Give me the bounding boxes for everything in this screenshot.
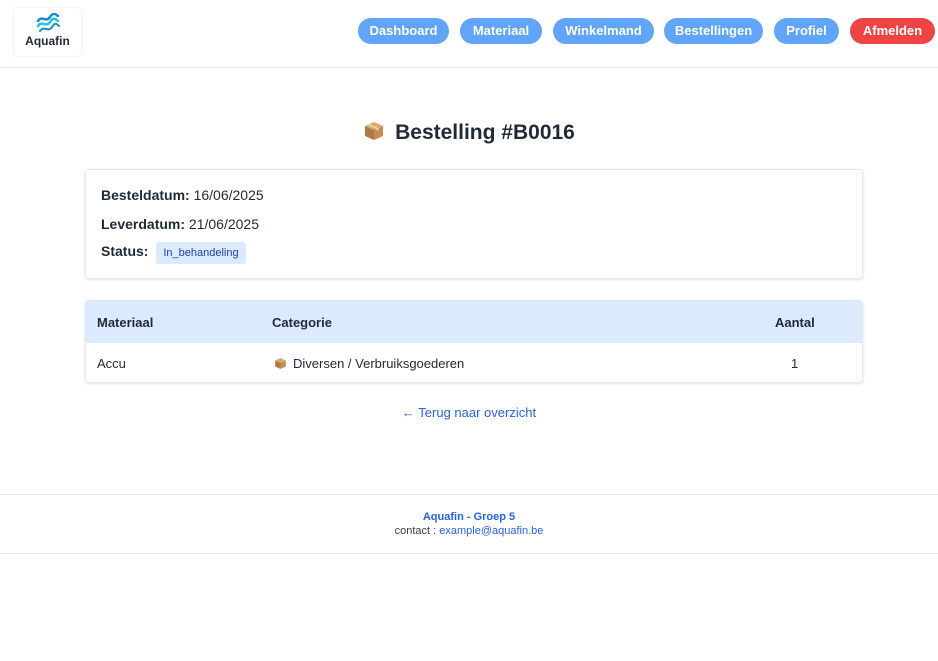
nav-winkelmand-button[interactable]: Winkelmand xyxy=(553,18,654,44)
order-title: Bestelling #B0016 xyxy=(395,121,575,144)
back-link-text[interactable]: ← Terug naar overzicht xyxy=(402,405,536,420)
nav-bestellingen-button[interactable]: Bestellingen xyxy=(664,18,763,44)
footer-title: Aquafin - Groep 5 xyxy=(422,511,516,523)
footer-contact: contact : example@aquafin.be xyxy=(0,525,938,537)
category-text: Diversen / Verbruiksgoederen xyxy=(293,356,465,371)
top-header: Aquafin Dashboard Materiaal Winkelmand B… xyxy=(0,0,938,68)
column-header-aantal: Aantal xyxy=(775,315,815,330)
column-header-materiaal: Materiaal xyxy=(97,315,154,330)
contact-label: contact : xyxy=(394,525,437,537)
back-to-overview-link[interactable]: ← Terug naar overzicht xyxy=(0,405,938,420)
leverdatum-label: Leverdatum: xyxy=(101,216,186,232)
order-items-table: Materiaal Categorie Aantal Accu Diversen… xyxy=(85,300,863,383)
contact-email-link[interactable]: example@aquafin.be xyxy=(439,525,543,537)
wave-logo-icon xyxy=(36,13,60,32)
status-label: Status: xyxy=(101,243,149,259)
logo-text: Aquafin xyxy=(25,34,70,48)
nav-dashboard-button[interactable]: Dashboard xyxy=(358,18,449,44)
package-icon xyxy=(274,357,287,373)
besteldatum-value: 16/06/2025 xyxy=(193,187,264,203)
page-title: Bestelling #B0016 xyxy=(363,118,575,151)
aquafin-logo[interactable]: Aquafin xyxy=(14,8,81,56)
table-header: Materiaal Categorie Aantal xyxy=(86,301,862,343)
column-header-categorie: Categorie xyxy=(272,315,332,330)
leverdatum-row: Leverdatum: 21/06/2025 xyxy=(101,216,259,232)
besteldatum-label: Besteldatum: xyxy=(101,187,190,203)
besteldatum-row: Besteldatum: 16/06/2025 xyxy=(101,187,264,203)
logout-button[interactable]: Afmelden xyxy=(850,18,935,44)
cell-materiaal: Accu xyxy=(97,356,126,371)
package-icon xyxy=(363,120,385,151)
status-row: Status: In_behandeling xyxy=(101,242,246,264)
nav-materiaal-button[interactable]: Materiaal xyxy=(460,18,542,44)
status-badge: In_behandeling xyxy=(156,242,246,264)
footer: Aquafin - Groep 5 contact : example@aqua… xyxy=(0,494,938,554)
nav-profiel-button[interactable]: Profiel xyxy=(774,18,839,44)
order-info-card: Besteldatum: 16/06/2025 Leverdatum: 21/0… xyxy=(85,169,863,279)
cell-aantal: 1 xyxy=(791,356,799,371)
leverdatum-value: 21/06/2025 xyxy=(188,216,259,232)
page-title-wrap: Bestelling #B0016 xyxy=(0,118,938,151)
cell-categorie: Diversen / Verbruiksgoederen xyxy=(274,356,464,373)
